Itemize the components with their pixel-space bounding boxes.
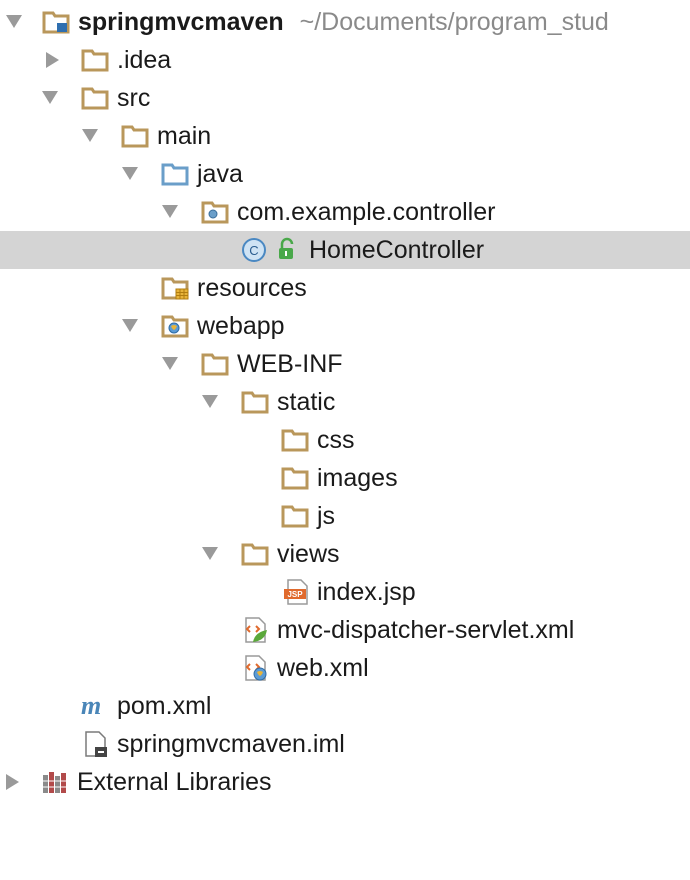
class-icon: C xyxy=(242,238,266,262)
chevron-down-icon[interactable] xyxy=(162,357,178,370)
tree-row-views[interactable]: views xyxy=(0,535,690,573)
tree-item-label: src xyxy=(117,84,151,112)
tree-item-label: index.jsp xyxy=(317,578,416,606)
folder-icon xyxy=(81,87,109,110)
chevron-down-icon[interactable] xyxy=(122,319,138,332)
tree-row-java[interactable]: java xyxy=(0,155,690,193)
tree-row-static[interactable]: static xyxy=(0,383,690,421)
chevron-down-icon[interactable] xyxy=(202,395,218,408)
maven-badge-text: m xyxy=(81,693,101,719)
chevron-down-icon[interactable] xyxy=(6,15,22,28)
folder-icon xyxy=(241,543,269,566)
tree-row-src[interactable]: src xyxy=(0,79,690,117)
source-folder-icon xyxy=(161,163,189,186)
folder-icon xyxy=(281,505,309,528)
chevron-right-icon[interactable] xyxy=(46,52,59,68)
tree-item-label: webapp xyxy=(197,312,285,340)
folder-icon xyxy=(201,353,229,376)
project-root-label: springmvcmaven ~/Documents/program_stud xyxy=(78,3,609,41)
tree-item-label: views xyxy=(277,540,340,568)
package-icon xyxy=(201,201,229,224)
tree-row-images[interactable]: images xyxy=(0,459,690,497)
iml-file-icon xyxy=(85,731,107,757)
tree-item-label: springmvcmaven.iml xyxy=(117,730,345,758)
folder-icon xyxy=(121,125,149,148)
class-badge-text: C xyxy=(249,243,258,258)
tree-row-project-root[interactable]: springmvcmaven ~/Documents/program_stud xyxy=(0,3,690,41)
tree-item-label: mvc-dispatcher-servlet.xml xyxy=(277,616,575,644)
tree-item-label: pom.xml xyxy=(117,692,212,720)
chevron-down-icon[interactable] xyxy=(122,167,138,180)
tree-item-label: main xyxy=(157,122,212,150)
tree-item-label: css xyxy=(317,426,355,454)
folder-icon xyxy=(81,49,109,72)
tree-row-web-xml[interactable]: web.xml xyxy=(0,649,690,687)
libraries-icon xyxy=(43,772,66,793)
chevron-down-icon[interactable] xyxy=(202,547,218,560)
module-folder-icon xyxy=(42,11,70,34)
folder-icon xyxy=(281,467,309,490)
tree-row-package[interactable]: com.example.controller xyxy=(0,193,690,231)
tree-row-resources[interactable]: resources xyxy=(0,269,690,307)
chevron-down-icon[interactable] xyxy=(162,205,178,218)
tree-item-label: java xyxy=(197,160,243,188)
tree-row-mvc-dispatcher[interactable]: mvc-dispatcher-servlet.xml xyxy=(0,611,690,649)
chevron-down-icon[interactable] xyxy=(82,129,98,142)
tree-row-external-libraries[interactable]: External Libraries xyxy=(0,763,690,801)
project-name: springmvcmaven xyxy=(78,8,284,36)
project-path: ~/Documents/program_stud xyxy=(299,8,609,36)
folder-icon xyxy=(241,391,269,414)
tree-row-js[interactable]: js xyxy=(0,497,690,535)
tree-item-label: js xyxy=(317,502,336,530)
tree-row-css[interactable]: css xyxy=(0,421,690,459)
tree-row-main[interactable]: main xyxy=(0,117,690,155)
tree-item-label: resources xyxy=(197,274,307,302)
tree-item-label: WEB-INF xyxy=(237,350,343,378)
spring-xml-file-icon xyxy=(245,617,267,643)
tree-row-webapp[interactable]: webapp xyxy=(0,307,690,345)
tree-row-home-controller[interactable]: C HomeController xyxy=(0,231,690,269)
tree-row-web-inf[interactable]: WEB-INF xyxy=(0,345,690,383)
tree-item-label: External Libraries xyxy=(77,768,272,796)
tree-item-label: web.xml xyxy=(277,654,369,682)
chevron-right-icon[interactable] xyxy=(6,774,19,790)
unlock-icon xyxy=(279,237,294,259)
tree-item-label: HomeController xyxy=(309,236,485,264)
maven-icon: m xyxy=(81,693,101,719)
tree-row-index-jsp[interactable]: JSP index.jsp xyxy=(0,573,690,611)
jsp-file-icon: JSP xyxy=(284,579,308,605)
tree-row-iml[interactable]: springmvcmaven.iml xyxy=(0,725,690,763)
jsp-badge-text: JSP xyxy=(287,590,303,599)
folder-icon xyxy=(281,429,309,452)
web-folder-icon xyxy=(161,315,189,338)
tree-item-label: com.example.controller xyxy=(237,198,496,226)
chevron-down-icon[interactable] xyxy=(42,91,58,104)
tree-row-pom[interactable]: m pom.xml xyxy=(0,687,690,725)
tree-item-label: static xyxy=(277,388,336,416)
resources-folder-icon xyxy=(161,277,189,300)
tree-row-idea[interactable]: .idea xyxy=(0,41,690,79)
web-xml-file-icon xyxy=(245,655,267,681)
tree-item-label: images xyxy=(317,464,398,492)
tree-item-label: .idea xyxy=(117,46,172,74)
